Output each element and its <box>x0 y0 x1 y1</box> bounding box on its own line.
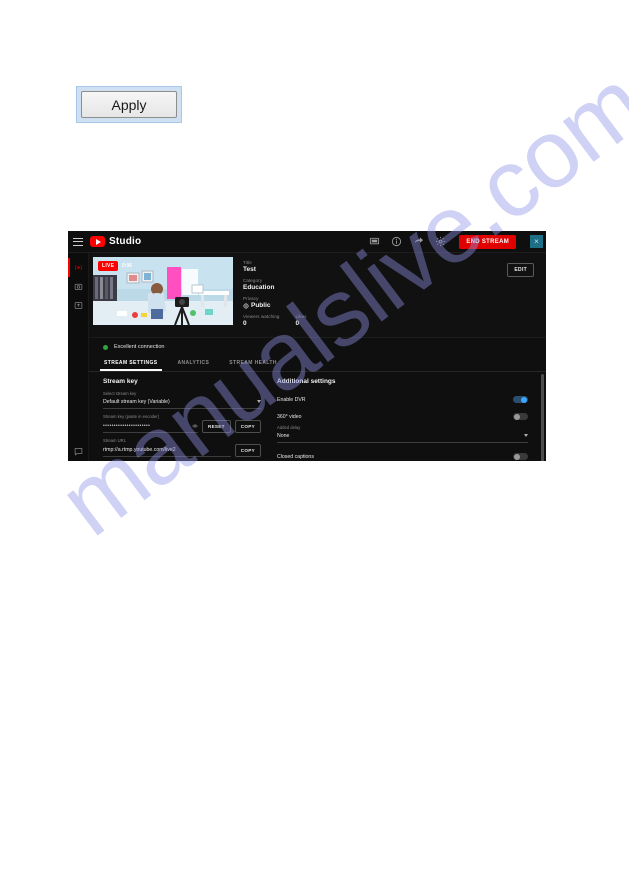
privacy-label: Privacy <box>243 296 259 301</box>
category-label: Category <box>243 278 263 283</box>
tab-analytics[interactable]: ANALYTICS <box>177 356 211 371</box>
info-icon[interactable] <box>391 236 402 247</box>
added-delay-value: None <box>277 432 290 439</box>
viewers-stat: Viewers watching 0 <box>243 314 280 332</box>
stream-url-row: rtmp://a.rtmp.youtube.com/live2 COPY <box>103 444 261 457</box>
chat-icon <box>74 448 82 456</box>
video-360-toggle[interactable] <box>513 413 528 420</box>
broadcast-icon <box>74 265 82 270</box>
live-badge: LIVE <box>98 261 119 271</box>
hamburger-icon[interactable] <box>73 237 83 246</box>
stream-url-input[interactable]: rtmp://a.rtmp.youtube.com/live2 <box>103 445 231 457</box>
closed-captions-toggle[interactable] <box>513 453 528 460</box>
tab-stream-health[interactable]: STREAM HEALTH <box>228 356 278 371</box>
end-stream-button[interactable]: END STREAM <box>459 234 516 249</box>
stream-url-value: rtmp://a.rtmp.youtube.com/live2 <box>103 446 176 453</box>
video-preview[interactable]: LIVE 0:06 <box>93 257 233 325</box>
stream-url-field: Stream URL rtmp://a.rtmp.youtube.com/liv… <box>103 438 261 457</box>
stream-key-pane: Stream key Select stream key Default str… <box>89 378 261 461</box>
copy-stream-key-button[interactable]: COPY <box>234 420 261 433</box>
sidebar-item-chat[interactable] <box>68 442 88 461</box>
category-value: Education <box>243 284 275 291</box>
likes-label: Likes <box>295 314 307 319</box>
sidebar-item-stream[interactable] <box>68 258 88 277</box>
globe-icon <box>243 303 249 308</box>
eye-icon[interactable] <box>192 423 198 429</box>
closed-captions-row: Closed captions <box>277 448 528 461</box>
privacy-value: Public <box>251 302 271 309</box>
settings-icon[interactable] <box>435 236 446 247</box>
youtube-studio-window: Studio END STREAM × LIVE 0:06 Title Test… <box>68 231 546 461</box>
stream-key-section-title: Stream key <box>103 378 138 385</box>
studio-header: Studio END STREAM × <box>68 231 546 253</box>
added-delay-field: Added delay None <box>277 425 528 443</box>
title-value: Test <box>243 266 256 273</box>
stream-info-row: LIVE 0:06 Title Test Category Education … <box>89 253 546 337</box>
close-icon[interactable]: × <box>530 235 543 248</box>
apply-button-focus-frame: Apply <box>76 86 182 123</box>
reset-stream-key-button[interactable]: RESET <box>201 420 231 433</box>
likes-stat: Likes 0 <box>296 314 307 332</box>
select-stream-key-value: Default stream key (Variable) <box>103 398 170 405</box>
studio-title: Studio <box>109 236 142 247</box>
closed-captions-label: Closed captions <box>277 453 314 460</box>
enable-dvr-label: Enable DVR <box>277 396 306 403</box>
apply-button[interactable]: Apply <box>81 91 177 118</box>
youtube-logo-icon <box>90 236 105 247</box>
connection-status-dot <box>103 344 108 350</box>
chevron-down-icon <box>524 434 528 437</box>
additional-settings-pane: Additional settings Enable DVR 360° vide… <box>261 378 546 461</box>
enable-dvr-row: Enable DVR <box>277 391 528 408</box>
stream-key-field: Stream key (paste in encoder) ••••••••••… <box>103 414 261 433</box>
likes-value: 0 <box>295 320 300 327</box>
stream-key-value: •••••••••••••••••••••• <box>103 422 151 429</box>
cast-icon[interactable] <box>369 236 380 247</box>
connection-status-bar: Excellent connection <box>89 337 546 356</box>
edit-button[interactable]: EDIT <box>507 263 534 277</box>
added-delay-label: Added delay <box>277 425 301 430</box>
tab-stream-settings[interactable]: STREAM SETTINGS <box>100 356 162 371</box>
stream-url-label: Stream URL <box>103 438 127 443</box>
copy-stream-url-button[interactable]: COPY <box>234 444 261 457</box>
studio-body: LIVE 0:06 Title Test Category Education … <box>68 253 546 461</box>
privacy-row: Public <box>243 302 542 309</box>
added-delay-dropdown[interactable]: None <box>277 431 528 443</box>
stream-key-input[interactable]: •••••••••••••••••••••• <box>103 421 198 433</box>
video-360-row: 360° video <box>277 408 528 425</box>
sidebar-item-webcam[interactable] <box>68 277 88 296</box>
title-label: Title <box>243 260 252 265</box>
studio-content: LIVE 0:06 Title Test Category Education … <box>89 253 546 461</box>
share-icon[interactable] <box>413 236 424 247</box>
stream-key-row: •••••••••••••••••••••• RESET COPY <box>103 420 261 433</box>
enable-dvr-toggle[interactable] <box>513 396 528 403</box>
stream-metadata: Title Test Category Education Privacy Pu… <box>233 257 542 332</box>
header-actions: END STREAM × <box>369 234 543 249</box>
select-stream-key-label: Select stream key <box>103 391 137 396</box>
video-360-label: 360° video <box>277 413 302 420</box>
sidebar-item-upload[interactable] <box>68 296 88 315</box>
scrollbar-thumb[interactable] <box>541 374 544 461</box>
viewers-value: 0 <box>243 320 247 327</box>
tab-bar: STREAM SETTINGS ANALYTICS STREAM HEALTH <box>89 356 546 372</box>
live-timer: 0:06 <box>122 263 133 269</box>
connection-status-text: Excellent connection <box>114 344 165 350</box>
stats-row: Viewers watching 0 Likes 0 <box>243 314 542 332</box>
sidebar <box>68 253 89 461</box>
stream-key-label: Stream key (paste in encoder) <box>103 414 160 419</box>
select-stream-key-dropdown[interactable]: Default stream key (Variable) <box>103 397 261 409</box>
settings-panes: Stream key Select stream key Default str… <box>89 372 546 461</box>
select-stream-key-field: Select stream key Default stream key (Va… <box>103 391 261 409</box>
camera-icon <box>74 283 82 290</box>
upload-icon <box>74 302 82 309</box>
viewers-label: Viewers watching <box>243 314 280 319</box>
additional-settings-title: Additional settings <box>277 378 336 385</box>
